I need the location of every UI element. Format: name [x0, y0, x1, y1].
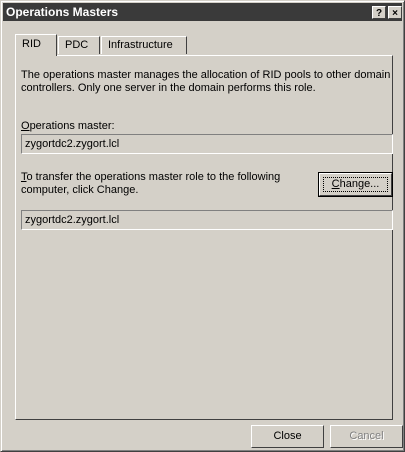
operations-master-label: Operations master:: [21, 120, 115, 133]
operations-master-field[interactable]: zygortdc2.zygort.lcl: [21, 134, 393, 154]
window-title: Operations Masters: [6, 5, 119, 19]
transfer-instructions: To transfer the operations master role t…: [21, 171, 306, 197]
target-server-field[interactable]: zygortdc2.zygort.lcl: [21, 210, 393, 230]
operations-master-label-text: perations master:: [29, 120, 115, 132]
tab-pdc[interactable]: PDC: [58, 36, 100, 54]
focus-rectangle: [323, 177, 388, 192]
title-bar: Operations Masters ? ×: [3, 3, 402, 21]
help-button[interactable]: ?: [372, 6, 386, 19]
operations-master-accel: O: [21, 120, 30, 132]
rid-description: The operations master manages the alloca…: [21, 69, 391, 94]
transfer-instructions-text: o transfer the operations master role to…: [21, 171, 281, 196]
tab-infrastructure[interactable]: Infrastructure: [101, 36, 187, 54]
operations-masters-dialog: Operations Masters ? × RID PDC Infrastru…: [0, 0, 405, 452]
cancel-button[interactable]: Cancel: [330, 425, 403, 448]
tab-rid[interactable]: RID: [15, 34, 57, 56]
tab-panel: [15, 55, 393, 420]
close-window-button[interactable]: ×: [388, 6, 402, 19]
change-button[interactable]: Change...: [318, 172, 393, 197]
close-button[interactable]: Close: [251, 425, 324, 448]
